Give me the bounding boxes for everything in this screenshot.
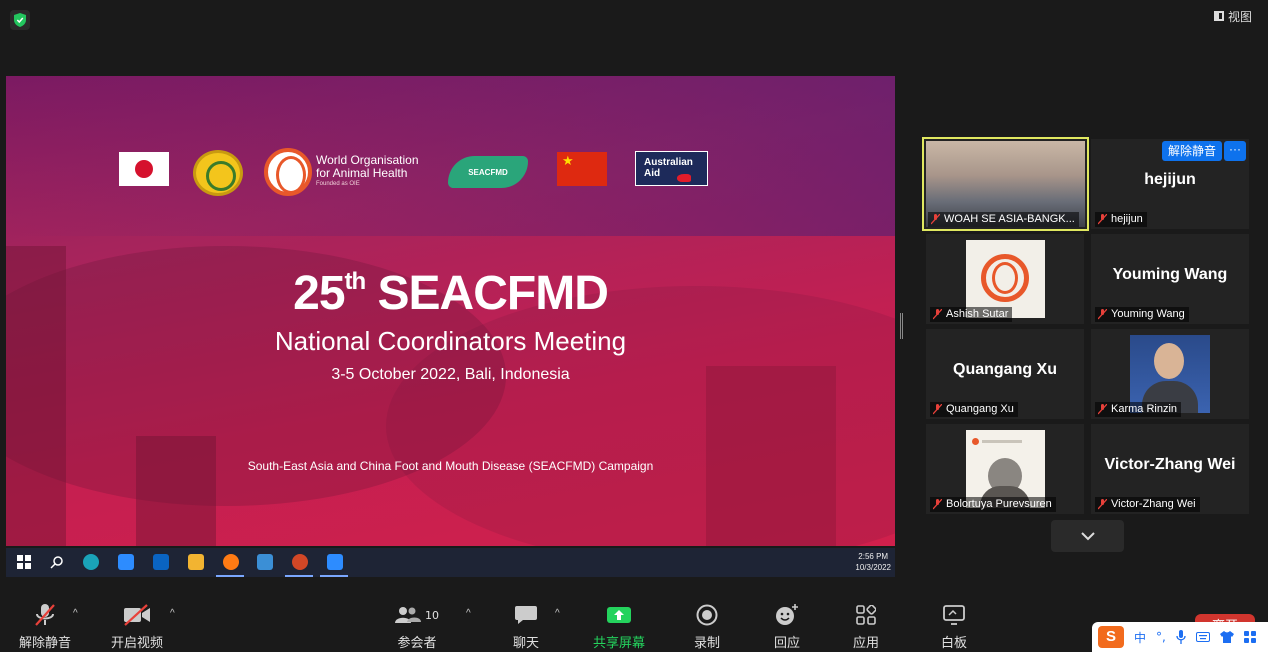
participant-tile[interactable]: Karma Rinzin: [1091, 329, 1249, 419]
shared-screen: World Organisation for Animal Health Fou…: [6, 76, 895, 577]
photos-icon: [257, 554, 273, 570]
muted-mic-icon: [931, 214, 940, 225]
slide-campaign: South-East Asia and China Foot and Mouth…: [247, 459, 654, 473]
reactions-button[interactable]: 回应: [747, 602, 827, 651]
kangaroo-icon: [677, 174, 691, 182]
chat-options-caret[interactable]: ^: [555, 608, 560, 619]
view-grid-icon: [1213, 11, 1224, 21]
muted-mic-icon: [1098, 499, 1107, 510]
japan-flag-icon: [119, 152, 169, 186]
more-options-button[interactable]: ···: [1224, 141, 1246, 161]
participants-count: 10: [425, 608, 439, 622]
china-flag-icon: [557, 152, 607, 186]
sponsor-logos: World Organisation for Animal Health Fou…: [6, 148, 895, 200]
seacfmd-logo: SEACFMD: [448, 156, 528, 188]
chat-button[interactable]: 聊天: [486, 602, 566, 651]
ime-skin-icon[interactable]: [1219, 631, 1234, 643]
muted-mic-icon: [933, 404, 942, 415]
muted-microphone-icon: [35, 604, 55, 626]
muted-mic-icon: [1098, 214, 1107, 225]
indonesia-ministry-emblem-icon: [193, 150, 243, 196]
woah-logo-text: World Organisation for Animal Health Fou…: [316, 153, 419, 188]
participants-icon: [395, 607, 421, 623]
muted-mic-icon: [1098, 404, 1107, 415]
participant-tile[interactable]: Quangang Xu Quangang Xu: [926, 329, 1084, 419]
share-screen-icon: [607, 607, 631, 623]
participant-tile[interactable]: Bolortuya Purevsuren: [926, 424, 1084, 514]
ime-voice-icon[interactable]: [1176, 630, 1186, 644]
taskbar-clock: 2:56 PM 10/3/2022: [855, 552, 891, 572]
outlook-icon: [153, 554, 169, 570]
chevron-down-icon: [1080, 532, 1095, 541]
chat-bubble-icon: [515, 606, 537, 624]
record-icon: [696, 604, 718, 626]
firefox-icon: [223, 554, 239, 570]
file-explorer-icon: [188, 554, 204, 570]
video-options-caret[interactable]: ^: [170, 608, 175, 619]
muted-mic-icon: [1098, 309, 1107, 320]
view-button[interactable]: 视图: [1208, 6, 1258, 26]
apps-button[interactable]: 应用: [826, 602, 906, 651]
share-screen-button[interactable]: 共享屏幕: [579, 602, 659, 651]
muted-mic-icon: [933, 499, 942, 510]
whiteboard-button[interactable]: 白板: [914, 602, 994, 651]
view-label: 视图: [1227, 9, 1252, 24]
windows-start-icon: [17, 555, 31, 569]
apps-icon: [856, 605, 876, 625]
powerpoint-icon: [292, 554, 308, 570]
sogou-logo-icon[interactable]: S: [1098, 626, 1124, 648]
presentation-slide: World Organisation for Animal Health Fou…: [6, 76, 895, 546]
participant-tile[interactable]: WOAH SE ASIA-BANGK...: [922, 137, 1089, 231]
start-video-button[interactable]: 开启视频: [97, 602, 177, 651]
next-page-button[interactable]: [1051, 520, 1124, 552]
participants-button[interactable]: 10 参会者: [377, 602, 457, 651]
participant-tile[interactable]: Youming Wang Youming Wang: [1091, 234, 1249, 324]
ask-to-unmute-button[interactable]: 解除静音: [1162, 141, 1223, 161]
slide-subtitle: National Coordinators Meeting: [274, 326, 627, 356]
ime-keyboard-icon[interactable]: [1195, 632, 1210, 642]
whiteboard-icon: [943, 605, 965, 625]
ime-toolbar[interactable]: S 中 °,: [1092, 622, 1268, 652]
ime-menu-grid-icon[interactable]: [1243, 631, 1256, 643]
ime-mode-toggle[interactable]: 中: [1134, 629, 1146, 646]
audio-options-caret[interactable]: ^: [73, 608, 78, 619]
zoom-app-icon: [118, 554, 134, 570]
panel-resize-handle[interactable]: [900, 313, 903, 339]
muted-mic-icon: [933, 309, 942, 320]
participant-tile[interactable]: Victor-Zhang Wei Victor-Zhang Wei: [1091, 424, 1249, 514]
windows-taskbar: 2:56 PM 10/3/2022: [6, 548, 895, 577]
zoom-meeting-icon: [327, 554, 343, 570]
edge-browser-icon: [83, 554, 99, 570]
search-icon: [50, 556, 63, 569]
australian-aid-logo: Australian Aid: [635, 151, 708, 186]
security-shield-icon[interactable]: [10, 10, 30, 30]
video-off-icon: [124, 604, 150, 626]
record-button[interactable]: 录制: [667, 602, 747, 651]
slide-title: 25th SEACFMD: [293, 267, 609, 320]
smiley-icon: [776, 604, 798, 625]
slide-date: 3-5 October 2022, Bali, Indonesia: [331, 366, 570, 383]
participants-options-caret[interactable]: ^: [466, 608, 471, 619]
woah-logo-icon: [264, 148, 312, 196]
ime-punctuation-toggle[interactable]: °,: [1156, 630, 1166, 644]
participant-tile[interactable]: Ashish Sutar: [926, 234, 1084, 324]
